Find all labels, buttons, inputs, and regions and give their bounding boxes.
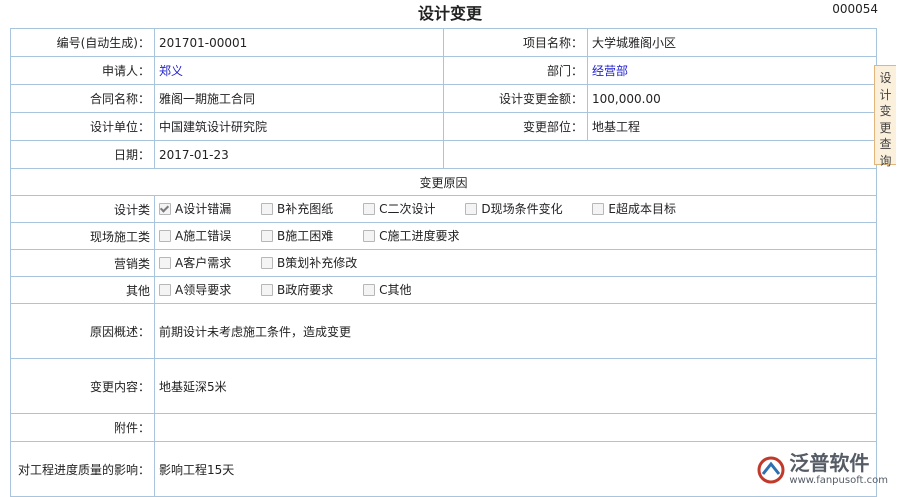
fanpu-logo-icon — [757, 456, 785, 483]
number-value: 201701-00001 — [154, 28, 444, 57]
checkbox-marketing-b[interactable]: B策划补充修改 — [261, 254, 357, 271]
doc-number: 000054 — [832, 2, 878, 16]
contract-value: 雅阁一期施工合同 — [154, 84, 444, 113]
amount-value: 100,000.00 — [587, 84, 877, 113]
checkbox-other-b[interactable]: B政府要求 — [261, 281, 333, 298]
checkbox-icon — [261, 229, 274, 242]
date-label: 日期： — [10, 140, 155, 169]
row-contract-amount: 合同名称： 雅阁一期施工合同 设计变更金额： 100,000.00 — [10, 84, 877, 113]
change-content-value: 地基延深5米 — [154, 358, 877, 414]
project-value: 大学城雅阁小区 — [587, 28, 877, 57]
checkbox-design-c[interactable]: C二次设计 — [363, 200, 436, 217]
project-label: 项目名称： — [443, 28, 588, 57]
brand-url: www.fanpusoft.com — [789, 475, 888, 486]
checkbox-icon — [261, 283, 274, 296]
change-part-label: 变更部位： — [443, 112, 588, 141]
change-content-label: 变更内容： — [10, 358, 155, 414]
checkbox-design-d[interactable]: D现场条件变化 — [465, 200, 563, 217]
row-site-category: 现场施工类 A施工错误 B施工困难 C施工进度要求 — [10, 222, 877, 250]
checkbox-icon — [465, 202, 478, 215]
checkbox-checked-icon — [159, 202, 171, 215]
row-attachment: 附件： — [10, 413, 877, 442]
marketing-category-options: A客户需求 B策划补充修改 — [154, 249, 877, 277]
impact-label: 对工程进度质量的影响： — [10, 441, 155, 497]
design-unit-value: 中国建筑设计研究院 — [154, 112, 444, 141]
row-reason-header: 变更原因 — [10, 168, 877, 196]
row-designunit-part: 设计单位： 中国建筑设计研究院 变更部位： 地基工程 — [10, 112, 877, 141]
page-title: 设计变更 — [417, 4, 482, 23]
attachment-value[interactable] — [154, 413, 877, 442]
reason-summary-value: 前期设计未考虑施工条件，造成变更 — [154, 303, 877, 359]
checkbox-marketing-a[interactable]: A客户需求 — [159, 254, 231, 271]
attachment-label: 附件： — [10, 413, 155, 442]
row-applicant-department: 申请人： 郑义 部门： 经营部 — [10, 56, 877, 85]
number-label: 编号(自动生成)： — [10, 28, 155, 57]
site-category-label: 现场施工类 — [10, 222, 155, 250]
applicant-label: 申请人： — [10, 56, 155, 85]
department-label: 部门： — [443, 56, 588, 85]
row-marketing-category: 营销类 A客户需求 B策划补充修改 — [10, 249, 877, 277]
brand-watermark: 泛普软件 www.fanpusoft.com — [757, 453, 888, 486]
empty-cell — [443, 140, 877, 169]
checkbox-site-a[interactable]: A施工错误 — [159, 227, 231, 244]
checkbox-icon — [159, 283, 171, 296]
design-category-options: A设计错漏 B补充图纸 C二次设计 D现场条件变化 E超成本目标 — [154, 195, 877, 223]
date-value: 2017-01-23 — [154, 140, 444, 169]
row-date: 日期： 2017-01-23 — [10, 140, 877, 169]
row-number-project: 编号(自动生成)： 201701-00001 项目名称： 大学城雅阁小区 — [10, 28, 877, 57]
row-change-content: 变更内容： 地基延深5米 — [10, 358, 877, 414]
checkbox-other-a[interactable]: A领导要求 — [159, 281, 231, 298]
amount-label: 设计变更金额： — [443, 84, 588, 113]
checkbox-icon — [261, 202, 274, 215]
row-impact: 对工程进度质量的影响： 影响工程15天 — [10, 441, 877, 497]
design-change-query-tab[interactable]: 设 计 变 更 查 询 — [874, 65, 896, 168]
checkbox-icon — [261, 256, 274, 269]
reason-header: 变更原因 — [10, 168, 877, 196]
marketing-category-label: 营销类 — [10, 249, 155, 277]
checkbox-other-c[interactable]: C其他 — [363, 281, 412, 298]
reason-summary-label: 原因概述： — [10, 303, 155, 359]
change-part-value: 地基工程 — [587, 112, 877, 141]
checkbox-icon — [363, 202, 376, 215]
design-change-form: 编号(自动生成)： 201701-00001 项目名称： 大学城雅阁小区 申请人… — [10, 28, 877, 497]
checkbox-icon — [592, 202, 605, 215]
row-design-category: 设计类 A设计错漏 B补充图纸 C二次设计 D现场条件变化 E超成本目标 — [10, 195, 877, 223]
applicant-link[interactable]: 郑义 — [159, 64, 183, 78]
contract-label: 合同名称： — [10, 84, 155, 113]
row-other-category: 其他 A领导要求 B政府要求 C其他 — [10, 276, 877, 304]
brand-name: 泛普软件 — [789, 451, 870, 475]
design-unit-label: 设计单位： — [10, 112, 155, 141]
site-category-options: A施工错误 B施工困难 C施工进度要求 — [154, 222, 877, 250]
department-link[interactable]: 经营部 — [592, 64, 628, 78]
other-category-options: A领导要求 B政府要求 C其他 — [154, 276, 877, 304]
row-reason-summary: 原因概述： 前期设计未考虑施工条件，造成变更 — [10, 303, 877, 359]
other-category-label: 其他 — [10, 276, 155, 304]
design-category-label: 设计类 — [10, 195, 155, 223]
checkbox-design-a[interactable]: A设计错漏 — [159, 200, 231, 217]
checkbox-icon — [159, 256, 171, 269]
checkbox-icon — [363, 283, 376, 296]
checkbox-design-b[interactable]: B补充图纸 — [261, 200, 333, 217]
checkbox-icon — [363, 229, 376, 242]
checkbox-design-e[interactable]: E超成本目标 — [592, 200, 676, 217]
checkbox-site-b[interactable]: B施工困难 — [261, 227, 333, 244]
checkbox-site-c[interactable]: C施工进度要求 — [363, 227, 460, 244]
checkbox-icon — [159, 229, 171, 242]
